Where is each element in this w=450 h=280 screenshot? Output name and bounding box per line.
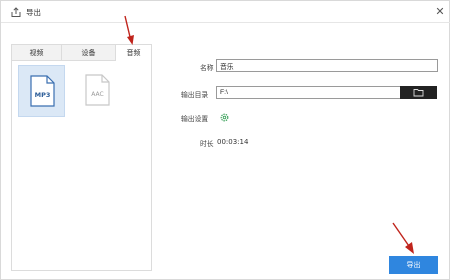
dialog-title: 导出 [26,8,41,17]
output-dir-field[interactable] [216,86,401,99]
format-panel: 视频 设备 音频 MP3 AAC [11,44,152,271]
name-field[interactable] [216,59,438,72]
format-tabs: 视频 设备 音频 [12,45,151,62]
title-bar: 导出 ✕ [1,1,450,23]
format-item-aac[interactable]: AAC [74,65,121,117]
annotation-arrow-export [392,222,414,254]
format-item-mp3[interactable]: MP3 [18,65,65,117]
close-icon[interactable]: ✕ [433,5,447,19]
aac-label: AAC [91,91,103,98]
browse-folder-button[interactable] [400,86,437,99]
tab-video[interactable]: 视频 [12,45,62,61]
output-dir-label: 输出目录 [181,91,209,99]
export-icon [11,7,21,17]
export-button[interactable]: 导出 [389,256,438,274]
name-label: 名称 [200,64,214,72]
export-dialog: 导出 ✕ 视频 设备 音频 MP3 AAC 名称 输出目录 [0,0,450,280]
duration-label: 时长 [200,140,214,148]
mp3-file-icon: MP3 [30,75,55,107]
tab-audio[interactable]: 音频 [116,45,151,62]
aac-file-icon: AAC [85,74,110,106]
folder-icon [413,89,424,97]
gear-icon[interactable] [219,112,230,123]
tab-device[interactable]: 设备 [62,45,116,61]
output-settings-label: 输出设置 [181,115,209,123]
mp3-label: MP3 [35,91,51,99]
duration-value: 00:03:14 [217,138,249,146]
